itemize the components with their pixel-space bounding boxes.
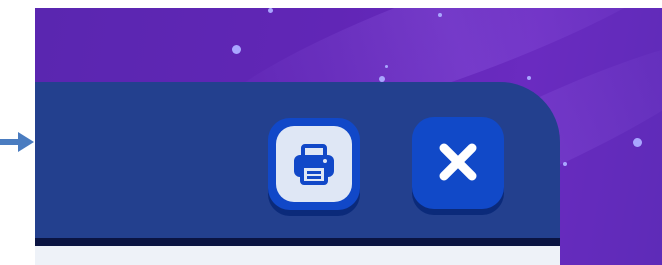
star (385, 65, 388, 68)
close-button[interactable] (412, 117, 504, 209)
arrow-right-icon (0, 132, 34, 152)
star (563, 162, 567, 166)
star (268, 8, 273, 13)
print-button[interactable] (268, 118, 360, 210)
star (527, 76, 531, 80)
star (438, 13, 442, 17)
printer-icon (294, 144, 334, 185)
dialog-body (35, 246, 560, 265)
screen (0, 0, 662, 265)
star (633, 138, 642, 147)
star (232, 45, 241, 54)
print-button-face (276, 126, 352, 202)
close-icon (439, 143, 477, 181)
